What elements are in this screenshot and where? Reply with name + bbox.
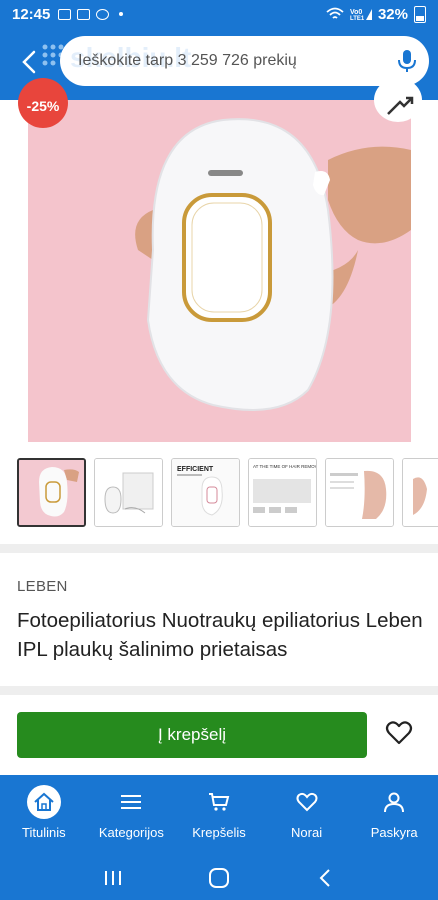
heart-icon xyxy=(290,785,324,819)
thumbnail-strip: EFFICIENT AT THE TIME OF HAIR REMOVAL xyxy=(17,458,438,528)
nav-item-categories[interactable]: Kategorijos xyxy=(88,775,176,855)
system-navigation xyxy=(0,855,438,900)
svg-text:Vo0: Vo0 xyxy=(350,9,362,16)
svg-text:EFFICIENT: EFFICIENT xyxy=(177,466,214,473)
share-button[interactable] xyxy=(374,78,422,122)
product-brand[interactable]: LEBEN xyxy=(17,578,68,595)
photo-notification-icon xyxy=(77,8,91,20)
discount-badge: -25% xyxy=(18,78,68,128)
signal-icon: Vo0LTE1 xyxy=(350,9,372,21)
thumbnail-2[interactable] xyxy=(94,458,163,527)
microphone-icon[interactable] xyxy=(397,49,417,73)
product-title: Fotoepiliatorius Nuotraukų epiliatorius … xyxy=(17,609,423,661)
nav-label: Paskyra xyxy=(370,825,418,840)
home-icon xyxy=(26,785,61,819)
gallery-notification-icon xyxy=(58,8,72,20)
back-button-icon[interactable] xyxy=(313,866,337,890)
thumbnail-3[interactable]: EFFICIENT xyxy=(171,458,240,527)
app-header: skelbiu.lt xyxy=(0,28,438,100)
bottom-navigation: Titulinis Kategorijos Krepšelis Norai Pa… xyxy=(0,775,438,855)
nav-label: Titulinis xyxy=(22,825,66,840)
settings-notification-icon xyxy=(96,8,110,20)
thumbnail-1[interactable] xyxy=(17,458,86,527)
home-button-icon[interactable] xyxy=(207,866,231,890)
thumbnail-6[interactable] xyxy=(402,458,438,527)
back-icon[interactable] xyxy=(18,48,42,76)
search-input[interactable] xyxy=(78,52,378,70)
product-main-image[interactable] xyxy=(28,100,411,442)
more-notifications-icon xyxy=(119,12,124,16)
status-time: 12:45 xyxy=(12,5,51,23)
section-divider xyxy=(0,544,438,553)
nav-label: Kategorijos xyxy=(98,825,164,840)
section-divider xyxy=(0,686,438,695)
nav-item-cart[interactable]: Krepšelis xyxy=(175,775,263,855)
add-to-cart-button[interactable]: Į krepšelį xyxy=(17,712,367,758)
svg-text:LTE1: LTE1 xyxy=(350,16,365,21)
heart-icon[interactable] xyxy=(385,719,413,747)
nav-item-account[interactable]: Paskyra xyxy=(350,775,438,855)
nav-item-home[interactable]: Titulinis xyxy=(0,775,88,855)
nav-label: Norai xyxy=(291,825,323,840)
cart-icon xyxy=(202,785,236,819)
thumbnail-5[interactable] xyxy=(325,458,394,527)
wifi-icon xyxy=(326,7,344,19)
nav-label: Krepšelis xyxy=(192,825,246,840)
menu-icon xyxy=(114,785,148,819)
user-icon xyxy=(377,785,411,819)
battery-percent: 32% xyxy=(377,5,408,23)
status-bar: 12:45 Vo0 LTE1 32% xyxy=(0,0,438,28)
share-icon xyxy=(387,96,414,115)
recent-apps-icon[interactable] xyxy=(101,866,125,890)
product-photo xyxy=(28,100,411,442)
battery-icon xyxy=(414,5,426,23)
thumbnail-4[interactable]: AT THE TIME OF HAIR REMOVAL xyxy=(248,458,317,527)
nav-item-wishlist[interactable]: Norai xyxy=(263,775,351,855)
svg-text:AT THE TIME OF HAIR REMOVAL: AT THE TIME OF HAIR REMOVAL xyxy=(253,464,316,469)
